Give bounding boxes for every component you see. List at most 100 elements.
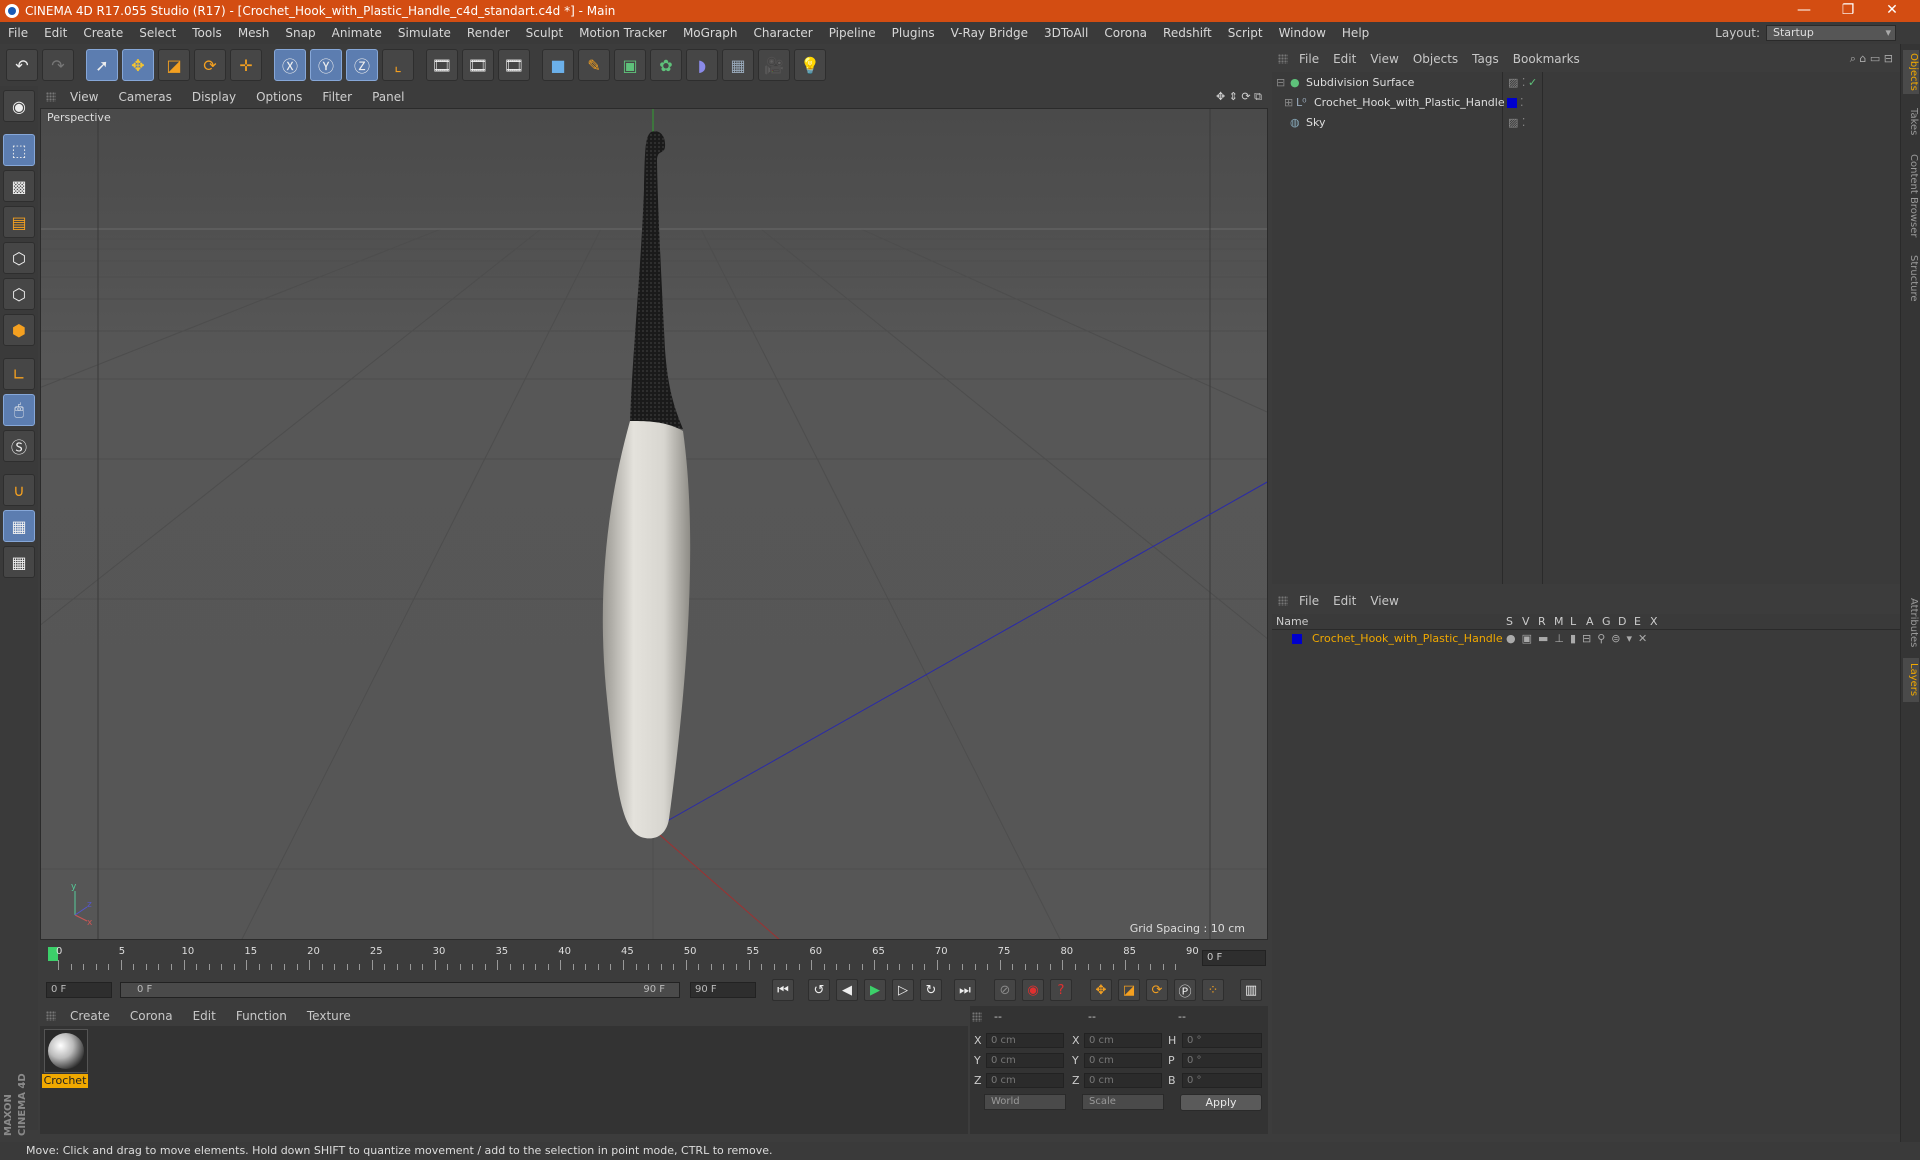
lock-workplane-icon[interactable]: ▦	[3, 510, 35, 542]
points-mode-icon[interactable]: ⬡	[3, 242, 35, 274]
tab-attributes[interactable]: Attributes	[1903, 592, 1919, 654]
x-axis-lock-icon[interactable]: Ⓧ	[274, 49, 306, 81]
layer-col-l[interactable]: L	[1570, 614, 1576, 630]
visibility-dots-icon[interactable]: ⁚	[1520, 94, 1524, 112]
menu-mograph[interactable]: MoGraph	[675, 26, 746, 40]
menu-plugins[interactable]: Plugins	[884, 26, 943, 40]
object-menu-objects[interactable]: Objects	[1406, 52, 1465, 66]
pos-y-field[interactable]: 0 cm	[986, 1053, 1064, 1068]
menu-corona[interactable]: Corona	[1096, 26, 1155, 40]
menu-select[interactable]: Select	[131, 26, 184, 40]
rotate-tool-icon[interactable]: ⟳	[194, 49, 226, 81]
polygons-mode-icon[interactable]: ⬢	[3, 314, 35, 346]
visibility-toggle-icon[interactable]: ▨ ⁚	[1508, 74, 1525, 92]
menu-animate[interactable]: Animate	[324, 26, 390, 40]
render-settings-icon[interactable]: 🎞	[498, 49, 530, 81]
menu-motion-tracker[interactable]: Motion Tracker	[571, 26, 675, 40]
live-selection-icon[interactable]: ➚	[86, 49, 118, 81]
floor-icon[interactable]: ▦	[722, 49, 754, 81]
menu-file[interactable]: File	[0, 26, 36, 40]
go-to-end-icon[interactable]: ⏭	[954, 979, 976, 1001]
material-menu-edit[interactable]: Edit	[183, 1009, 226, 1023]
coordinate-mode-dropdown[interactable]: Scale	[1082, 1094, 1164, 1110]
close-button[interactable]: ✕	[1870, 0, 1914, 22]
layer-color-swatch[interactable]	[1292, 634, 1302, 644]
keyframe-selection-icon[interactable]: ?	[1050, 979, 1072, 1001]
tab-objects[interactable]: Objects	[1903, 50, 1919, 94]
coordinate-system-icon[interactable]: ⌞	[382, 49, 414, 81]
edges-mode-icon[interactable]: ⬡	[3, 278, 35, 310]
coordinate-space-dropdown[interactable]: World	[984, 1094, 1066, 1110]
undo-icon[interactable]: ↶	[6, 49, 38, 81]
move-tool-icon[interactable]: ✥	[122, 49, 154, 81]
layer-col-d[interactable]: D	[1618, 614, 1626, 630]
layer-menu-view[interactable]: View	[1363, 594, 1405, 608]
model-mode-icon[interactable]: ⬚	[3, 134, 35, 166]
start-frame-field[interactable]: 0 F	[46, 982, 112, 998]
viewport-menu-filter[interactable]: Filter	[312, 90, 362, 104]
enabled-check-icon[interactable]: ✓	[1528, 74, 1537, 92]
menu-mesh[interactable]: Mesh	[230, 26, 278, 40]
layer-toggle-icons[interactable]: ●▣▬⊥▮⊟⚲⊜▾✕	[1506, 630, 1653, 648]
menu-simulate[interactable]: Simulate	[390, 26, 459, 40]
material-menu-create[interactable]: Create	[60, 1009, 120, 1023]
tab-structure[interactable]: Structure	[1903, 250, 1919, 306]
menu-create[interactable]: Create	[75, 26, 131, 40]
object-name[interactable]: Subdivision Surface	[1306, 74, 1414, 92]
size-z-field[interactable]: 0 cm	[1084, 1073, 1162, 1088]
play-icon[interactable]: ▶	[864, 979, 886, 1001]
menu-redshift[interactable]: Redshift	[1155, 26, 1220, 40]
object-manager-tools-icons[interactable]: ⌕ ⌂ ▭ ⊟	[1843, 52, 1900, 66]
light-icon[interactable]: 💡	[794, 49, 826, 81]
layer-col-s[interactable]: S	[1506, 614, 1513, 630]
menu-snap[interactable]: Snap	[277, 26, 323, 40]
timeline-window-icon[interactable]: ▥	[1240, 979, 1262, 1001]
layer-name[interactable]: Crochet_Hook_with_Plastic_Handle	[1312, 630, 1503, 648]
object-menu-file[interactable]: File	[1292, 52, 1326, 66]
menu-help[interactable]: Help	[1334, 26, 1377, 40]
viewport-menu-view[interactable]: View	[60, 90, 108, 104]
next-keyframe-icon[interactable]: ↻	[920, 979, 942, 1001]
object-menu-tags[interactable]: Tags	[1465, 52, 1506, 66]
timeline-current-frame[interactable]: 0 F	[1202, 950, 1266, 966]
timeline-ruler[interactable]: 0 5 10 15 20 25 30 35 40 45 50 55 60 65 70 75 80 85 90	[48, 946, 1199, 972]
layer-col-a[interactable]: A	[1586, 614, 1594, 630]
key-position-icon[interactable]: ✥	[1090, 979, 1112, 1001]
layer-color-swatch[interactable]	[1507, 98, 1517, 108]
restore-button[interactable]: ❐	[1826, 0, 1870, 22]
visibility-toggle-icon[interactable]: ▨ ⁚	[1508, 114, 1525, 132]
material-name[interactable]: Crochet	[42, 1074, 88, 1088]
viewport-menu-display[interactable]: Display	[182, 90, 246, 104]
menu-render[interactable]: Render	[459, 26, 518, 40]
object-name[interactable]: Sky	[1306, 114, 1325, 132]
subdivision-surface-icon[interactable]: ▣	[614, 49, 646, 81]
layer-col-v[interactable]: V	[1522, 614, 1530, 630]
tab-takes[interactable]: Takes	[1903, 104, 1919, 140]
object-row-subdivision-surface[interactable]: ⊟ ● Subdivision Surface ▨ ⁚ ✓	[1272, 74, 1900, 92]
layer-col-e[interactable]: E	[1634, 614, 1641, 630]
y-axis-lock-icon[interactable]: Ⓨ	[310, 49, 342, 81]
key-parameter-icon[interactable]: Ⓟ	[1174, 979, 1196, 1001]
rot-h-field[interactable]: 0 °	[1182, 1033, 1262, 1048]
viewport-nav-icons[interactable]: ✥ ⇕ ⟳ ⧉	[1210, 90, 1268, 104]
object-row-sky[interactable]: ◍ Sky ▨ ⁚	[1272, 114, 1900, 132]
record-keys-icon[interactable]: ⊘	[994, 979, 1016, 1001]
next-frame-icon[interactable]: ▷	[892, 979, 914, 1001]
redo-icon[interactable]: ↷	[42, 49, 74, 81]
object-menu-edit[interactable]: Edit	[1326, 52, 1363, 66]
snap-magnet-icon[interactable]: ∪	[3, 474, 35, 506]
perspective-viewport[interactable]: y x z Perspective Grid Spacing : 10 cm	[40, 108, 1268, 940]
viewport-menu-panel[interactable]: Panel	[362, 90, 414, 104]
z-axis-lock-icon[interactable]: Ⓩ	[346, 49, 378, 81]
solo-mode-icon[interactable]: Ⓢ	[3, 430, 35, 462]
go-to-start-icon[interactable]: ⏮	[772, 979, 794, 1001]
object-menu-view[interactable]: View	[1363, 52, 1405, 66]
material-menu-function[interactable]: Function	[226, 1009, 297, 1023]
key-pla-icon[interactable]: ⁘	[1202, 979, 1224, 1001]
material-menu-corona[interactable]: Corona	[120, 1009, 183, 1023]
layer-menu-file[interactable]: File	[1292, 594, 1326, 608]
cloner-icon[interactable]: ✿	[650, 49, 682, 81]
cube-primitive-icon[interactable]: ■	[542, 49, 574, 81]
render-view-icon[interactable]: 🎞	[426, 49, 458, 81]
menu-3dtoall[interactable]: 3DToAll	[1036, 26, 1096, 40]
